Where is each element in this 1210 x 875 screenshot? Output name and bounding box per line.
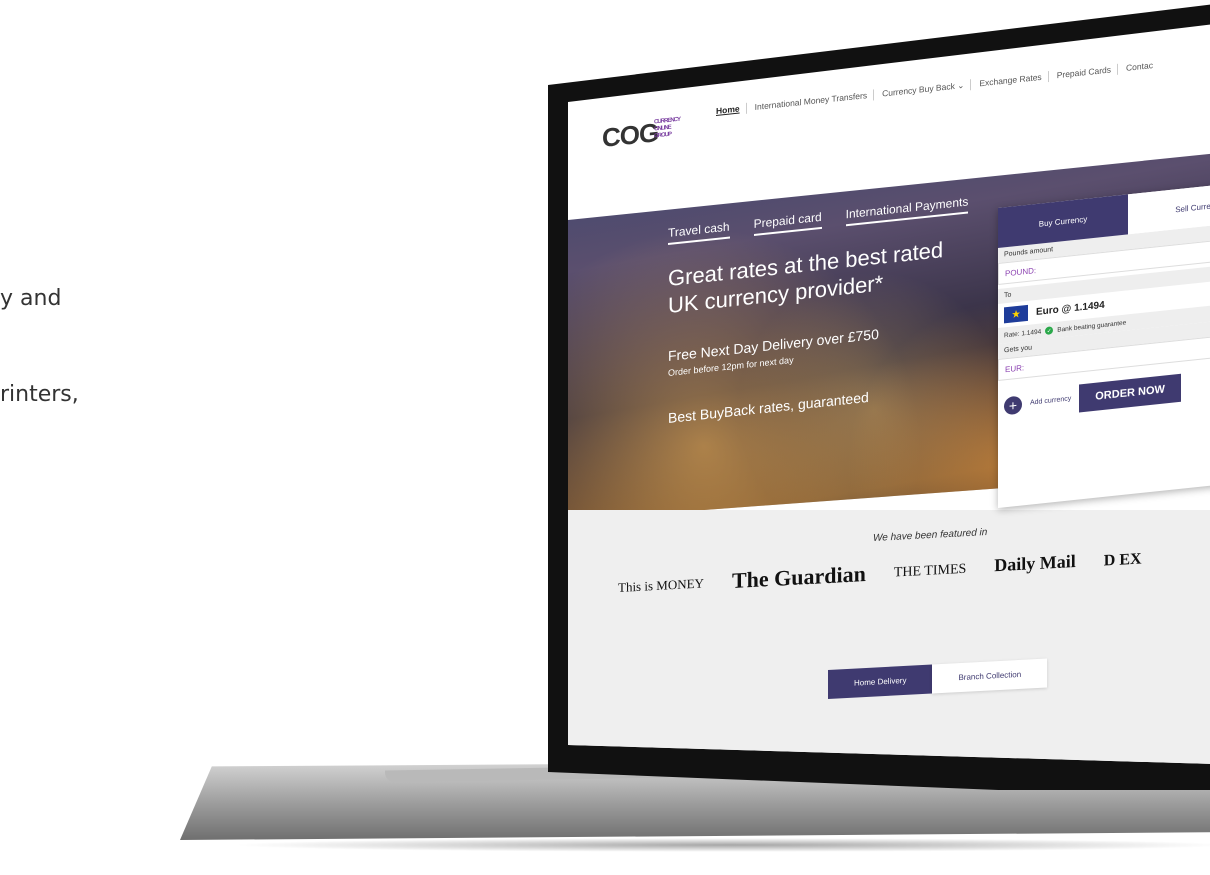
logo-text: COG: [602, 117, 659, 153]
logo-guardian: The Guardian: [731, 561, 866, 594]
site-logo[interactable]: COG CURRENCY ONLINE GROUP: [602, 117, 680, 154]
logo-subtext: CURRENCY ONLINE GROUP: [654, 116, 680, 140]
logo-daily-mail: Daily Mail: [994, 551, 1076, 576]
laptop-shadow: [230, 838, 1210, 852]
laptop-mockup: COG CURRENCY ONLINE GROUP Home Internati…: [0, 0, 1210, 875]
check-icon: ✓: [1045, 326, 1054, 336]
logo-express: D EX: [1103, 550, 1142, 570]
eu-flag-icon: ★: [1004, 304, 1028, 324]
add-currency-label[interactable]: Add currency: [1030, 395, 1071, 407]
branch-collection-tab[interactable]: Branch Collection: [932, 658, 1048, 694]
currency-widget: Buy Currency Sell Curre Pounds amount PO…: [998, 180, 1210, 508]
currency-value: Euro @ 1.1494: [1036, 299, 1105, 318]
add-currency-icon[interactable]: +: [1004, 395, 1022, 416]
order-now-button[interactable]: ORDER NOW: [1079, 373, 1181, 413]
website: COG CURRENCY ONLINE GROUP Home Internati…: [568, 20, 1210, 765]
rate-text: Rate: 1.1494: [1004, 327, 1042, 339]
home-delivery-tab[interactable]: Home Delivery: [828, 664, 933, 699]
laptop-screen: COG CURRENCY ONLINE GROUP Home Internati…: [568, 20, 1210, 765]
